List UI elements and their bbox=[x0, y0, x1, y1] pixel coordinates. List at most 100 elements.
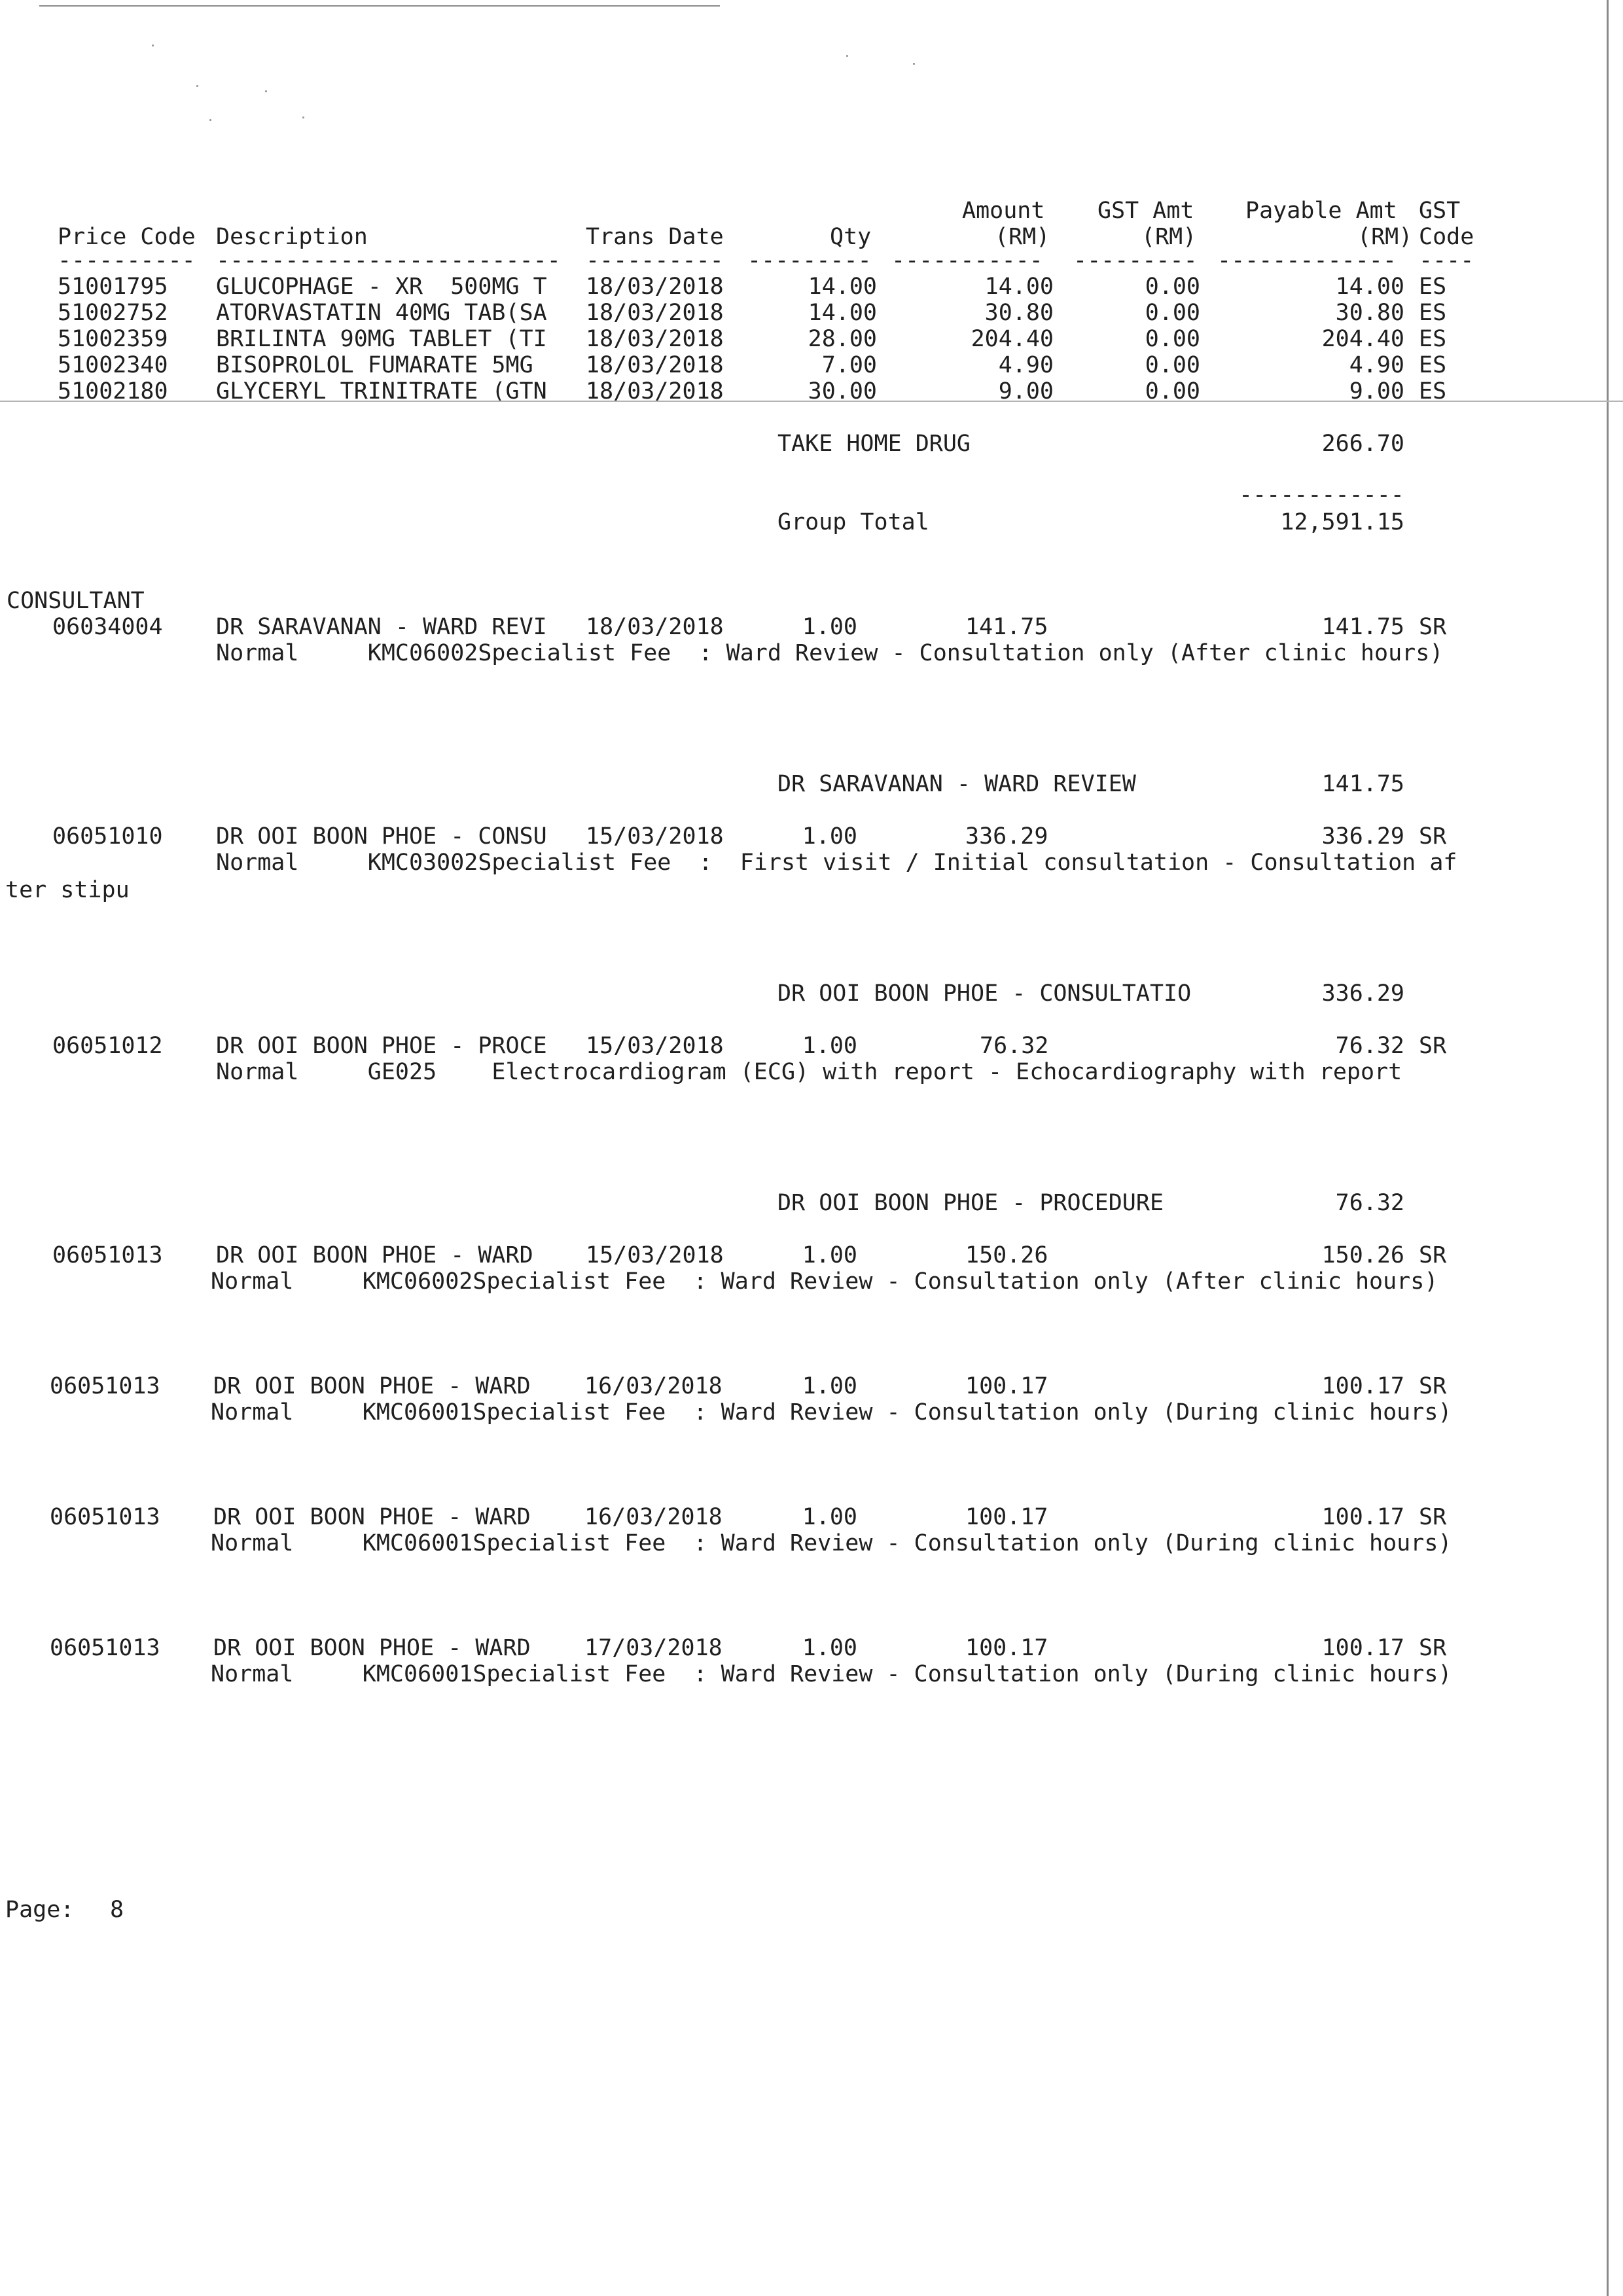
drug-gst-amt: 0.00 bbox=[1145, 274, 1200, 300]
subtotal-label: DR OOI BOON PHOE - CONSULTATIO bbox=[777, 980, 1192, 1007]
consultant-price-code: 06034004 bbox=[52, 614, 163, 640]
consultant-payable: 100.17 bbox=[1321, 1635, 1404, 1661]
drug-gst-code: ES bbox=[1419, 326, 1447, 352]
drug-price-code: 51001795 bbox=[58, 274, 168, 300]
header-dashes-payable: ------------- bbox=[1217, 247, 1397, 274]
drug-gst-amt: 0.00 bbox=[1145, 352, 1200, 378]
consultant-amount: 76.32 bbox=[980, 1033, 1049, 1059]
consultant-gst-code: SR bbox=[1419, 1242, 1447, 1268]
section-consultant: CONSULTANT bbox=[7, 588, 145, 614]
scan-speck bbox=[196, 85, 198, 87]
consultant-qty: 1.00 bbox=[802, 1635, 857, 1661]
header-trans-date: Trans Date bbox=[586, 224, 724, 250]
consultant-payable: 76.32 bbox=[1335, 1033, 1404, 1059]
consultant-detail: Normal KMC03002Specialist Fee : First vi… bbox=[216, 850, 1457, 876]
consultant-detail: Normal KMC06002Specialist Fee : Ward Rev… bbox=[211, 1268, 1438, 1295]
scan-speck bbox=[265, 90, 267, 92]
consultant-price-code: 06051013 bbox=[52, 1242, 163, 1268]
subtotal-value: 76.32 bbox=[1335, 1190, 1404, 1216]
page-label: Page: bbox=[5, 1897, 75, 1923]
header-dashes-qty: --------- bbox=[747, 247, 872, 274]
header-dashes-desc: ------------------------- bbox=[216, 247, 561, 274]
consultant-description: DR OOI BOON PHOE - PROCE bbox=[216, 1033, 547, 1059]
consultant-gst-code: SR bbox=[1419, 1504, 1447, 1530]
consultant-price-code: 06051013 bbox=[50, 1373, 160, 1399]
consultant-description: DR OOI BOON PHOE - WARD bbox=[216, 1242, 547, 1268]
consultant-gst-code: SR bbox=[1419, 1635, 1447, 1661]
header-dashes-gst-code: ---- bbox=[1419, 247, 1474, 274]
drug-qty: 28.00 bbox=[808, 326, 877, 352]
consultant-detail: Normal KMC06001Specialist Fee : Ward Rev… bbox=[211, 1530, 1452, 1556]
drug-amount: 4.90 bbox=[998, 352, 1054, 378]
consultant-trans-date: 17/03/2018 bbox=[584, 1635, 722, 1661]
group-total-value: 12,591.15 bbox=[1280, 509, 1404, 535]
consultant-detail: Normal KMC06001Specialist Fee : Ward Rev… bbox=[211, 1661, 1452, 1687]
header-gst-code-line2: Code bbox=[1419, 224, 1474, 250]
consultant-qty: 1.00 bbox=[802, 1033, 857, 1059]
drug-payable: 14.00 bbox=[1335, 274, 1404, 300]
consultant-price-code: 06051010 bbox=[52, 823, 163, 850]
subtotal-label: DR OOI BOON PHOE - PROCEDURE bbox=[777, 1190, 1164, 1216]
drug-payable: 30.80 bbox=[1335, 300, 1404, 326]
drug-gst-code: ES bbox=[1419, 352, 1447, 378]
consultant-payable: 141.75 bbox=[1321, 614, 1404, 640]
drug-qty: 7.00 bbox=[821, 352, 877, 378]
consultant-trans-date: 15/03/2018 bbox=[586, 823, 724, 850]
group-total-label: Group Total bbox=[777, 509, 929, 535]
header-gst-amt-line2: (RM) bbox=[1141, 224, 1197, 250]
consultant-amount: 141.75 bbox=[965, 614, 1048, 640]
consultant-qty: 1.00 bbox=[802, 614, 857, 640]
header-qty: Qty bbox=[830, 224, 872, 250]
drug-price-code: 51002340 bbox=[58, 352, 168, 378]
consultant-detail: Normal KMC06001Specialist Fee : Ward Rev… bbox=[211, 1399, 1452, 1426]
drug-description: ATORVASTATIN 40MG TAB(SA bbox=[216, 300, 547, 326]
consultant-payable: 100.17 bbox=[1321, 1373, 1404, 1399]
consultant-amount: 100.17 bbox=[965, 1504, 1048, 1530]
drug-amount: 14.00 bbox=[984, 274, 1054, 300]
consultant-qty: 1.00 bbox=[802, 1242, 857, 1268]
header-payable-line2: (RM) bbox=[1357, 224, 1413, 250]
consultant-qty: 1.00 bbox=[802, 1504, 857, 1530]
consultant-trans-date: 18/03/2018 bbox=[586, 614, 724, 640]
consultant-gst-code: SR bbox=[1419, 1033, 1447, 1059]
subtotal-label: DR SARAVANAN - WARD REVIEW bbox=[777, 771, 1136, 797]
drug-price-code: 51002752 bbox=[58, 300, 168, 326]
consultant-amount: 100.17 bbox=[965, 1635, 1048, 1661]
consultant-detail: Normal KMC06002Specialist Fee : Ward Rev… bbox=[216, 640, 1444, 666]
consultant-payable: 336.29 bbox=[1321, 823, 1404, 850]
scan-speck bbox=[209, 119, 211, 121]
drug-trans-date: 18/03/2018 bbox=[586, 300, 724, 326]
consultant-payable: 100.17 bbox=[1321, 1504, 1404, 1530]
scan-artifact-underline bbox=[0, 401, 1623, 402]
subtotal-value: 336.29 bbox=[1321, 980, 1404, 1007]
drug-description: BISOPROLOL FUMARATE 5MG bbox=[216, 352, 547, 378]
drug-trans-date: 18/03/2018 bbox=[586, 352, 724, 378]
drug-description: GLUCOPHAGE - XR 500MG T bbox=[216, 274, 547, 300]
consultant-qty: 1.00 bbox=[802, 823, 857, 850]
consultant-qty: 1.00 bbox=[802, 1373, 857, 1399]
consultant-amount: 100.17 bbox=[965, 1373, 1048, 1399]
header-description: Description bbox=[216, 224, 368, 250]
page-number: 8 bbox=[110, 1897, 124, 1923]
drug-gst-code: ES bbox=[1419, 274, 1447, 300]
drug-gst-amt: 0.00 bbox=[1145, 326, 1200, 352]
drug-description: BRILINTA 90MG TABLET (TI bbox=[216, 326, 547, 352]
drug-gst-code: ES bbox=[1419, 300, 1447, 326]
consultant-description: DR OOI BOON PHOE - CONSU bbox=[216, 823, 547, 850]
scan-artifact-top-line bbox=[39, 5, 720, 7]
drug-amount: 204.40 bbox=[971, 326, 1054, 352]
drug-payable: 4.90 bbox=[1349, 352, 1404, 378]
consultant-amount: 150.26 bbox=[965, 1242, 1048, 1268]
header-payable-line1: Payable Amt bbox=[1245, 198, 1397, 224]
header-dashes-gst: --------- bbox=[1073, 247, 1198, 274]
scan-speck bbox=[152, 45, 154, 46]
consultant-trans-date: 16/03/2018 bbox=[584, 1373, 722, 1399]
consultant-description: DR OOI BOON PHOE - WARD bbox=[213, 1373, 544, 1399]
consultant-price-code: 06051013 bbox=[50, 1635, 160, 1661]
scan-speck bbox=[913, 63, 915, 65]
consultant-gst-code: SR bbox=[1419, 614, 1447, 640]
consultant-trans-date: 15/03/2018 bbox=[586, 1033, 724, 1059]
header-dashes-amount: ----------- bbox=[891, 247, 1043, 274]
header-amount-line1: Amount bbox=[962, 198, 1045, 224]
drug-trans-date: 18/03/2018 bbox=[586, 274, 724, 300]
